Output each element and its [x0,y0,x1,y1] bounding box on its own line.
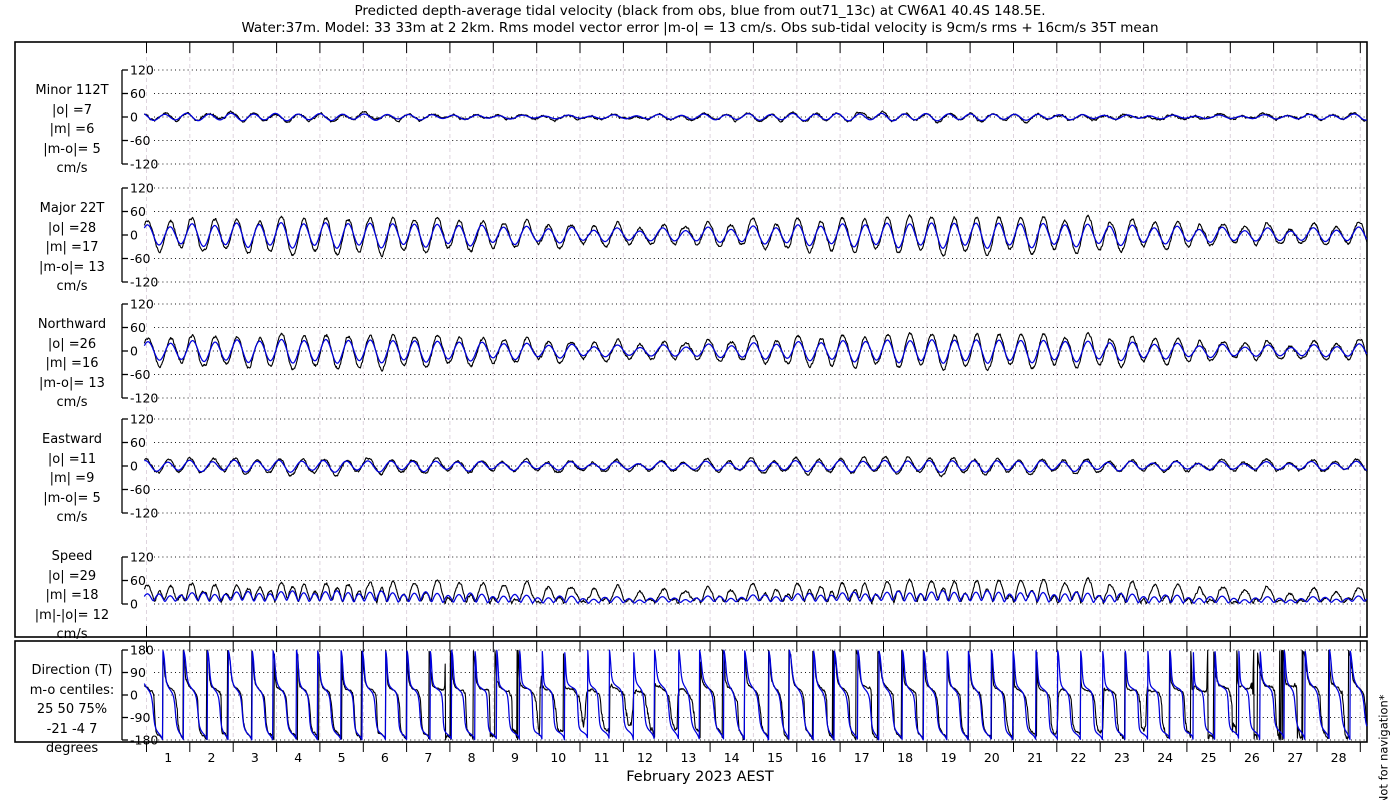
y-tick-label: -60 [130,133,150,148]
panel-stat-line: -21 -4 7 [46,721,98,737]
panel-title: Eastward [41,432,103,447]
x-tick-label: 12 [637,750,653,765]
panel-stat-line: |m| =17 [45,240,99,255]
panel-stat-line: |m|-|o|= 12 [34,607,110,623]
x-tick-label: 13 [680,750,696,765]
x-tick-label: 18 [897,750,913,765]
y-tick-label: -60 [130,482,150,497]
tidal-velocity-figure: Predicted depth-average tidal velocity (… [0,0,1400,800]
y-axis-major: 120600-60-120 [121,181,1366,290]
panel-stat-line: cm/s [56,627,88,642]
panel-label-east: Eastward |o| =11 |m| =9 |m-o|= 5 cm/s [13,430,131,528]
x-tick-label: 2 [208,750,216,765]
panel-title: Speed [51,549,93,564]
y-axis-speed: 120 60 0 [121,550,1366,612]
y-tick-label: 60 [130,573,146,588]
y-tick-label: 120 [130,63,154,78]
panel-stat-line: cm/s [56,395,88,410]
x-tick-label: 23 [1114,750,1130,765]
x-tick-label: 3 [251,750,259,765]
panel-stat-line: |o| =11 [47,451,97,467]
y-tick-label: 0 [130,597,138,612]
x-tick-label: 11 [594,750,610,765]
waveform-obs-speed [143,576,1368,605]
panel-stat-line: |m| =16 [45,356,99,371]
x-tick-label: 16 [810,750,826,765]
x-tick-label: 24 [1157,750,1173,765]
x-tick-label: 8 [468,750,476,765]
panel-title: Direction (T) [31,663,113,678]
panel-stat-line: |m| =18 [45,588,99,603]
panel-stat-line: m-o centiles: [29,682,115,698]
y-tick-label: -60 [130,251,150,266]
panel-stat-line: |o| =7 [51,102,92,118]
y-axis-north: 120600-60-120 [121,297,1366,406]
x-tick-label: 6 [381,750,389,765]
panel-stat-line: |o| =28 [47,220,97,236]
panel-label-minor: Minor 112T |o| =7 |m| =6 |m-o|= 5 cm/s [13,81,131,179]
panel-stat-line: cm/s [56,161,88,176]
x-axis-label: February 2023 AEST [626,769,774,785]
panel-stat-line: cm/s [56,510,88,525]
y-tick-label: 90 [130,665,146,680]
x-tick-label: 19 [941,750,957,765]
panel-title: Minor 112T [35,83,109,98]
panel-stat-line: |m| =6 [49,122,95,137]
panel-title: Northward [37,317,107,332]
plot-area: 120600-60-120120600-60-120120600-60-1201… [14,41,1368,765]
panel-stat-line: degrees [45,741,99,756]
y-tick-label: 60 [130,435,146,450]
x-tick-label: 26 [1244,750,1260,765]
panel-stat-line: |o| =26 [47,336,97,352]
x-tick-label: 10 [550,750,566,765]
x-tick-label: 15 [767,750,783,765]
y-tick-label: 60 [130,204,146,219]
y-tick-label: 180 [130,643,154,658]
panel-stat-line: |m-o|= 13 [39,375,105,391]
x-tick-label: 21 [1027,750,1043,765]
panel-label-dir: Direction (T) m-o centiles: 25 50 75% -21 -… [13,661,131,759]
y-tick-label: 120 [130,550,154,565]
x-tick-label: 22 [1071,750,1087,765]
y-tick-label: 0 [130,110,138,125]
panel-stat-line: |o| =29 [47,568,97,584]
panel-stat-line: |m| =9 [49,471,95,486]
x-tick-label: 25 [1201,750,1217,765]
y-tick-label: 0 [130,344,138,359]
x-tick-label: 27 [1287,750,1303,765]
x-tick-label: 4 [294,750,302,765]
y-tick-label: 120 [130,297,154,312]
y-tick-label: 0 [130,228,138,243]
x-tick-label: 1 [164,750,172,765]
panel-title: Major 22T [39,201,105,216]
x-tick-label: 28 [1331,750,1347,765]
panel-stat-line: |m-o|= 5 [43,141,101,157]
x-tick-labels: 1 2 3 4 5 6 7 8 9 10 11 12 13 14 15 16 17 18 19 20 21 22 23 24 2… [164,750,1346,765]
panel-label-speed: Speed |o| =29 |m| =18 |m|-|o|= 12 cm/s [13,547,131,645]
x-tick-label: 9 [511,750,519,765]
y-tick-label: -90 [130,710,150,725]
x-tick-label: 20 [984,750,1000,765]
direction-panel-frame [14,640,1368,743]
panel-label-major: Major 22T |o| =28 |m| =17 |m-o|= 13 cm/s [13,199,131,297]
x-tick-label: 17 [854,750,870,765]
x-tick-label: 14 [724,750,740,765]
panel-label-north: Northward |o| =26 |m| =16 |m-o|= 13 cm/s [13,315,131,413]
panel-stat-line: cm/s [56,279,88,294]
y-tick-label: 60 [130,86,146,101]
panel-stat-line: |m-o|= 5 [43,490,101,506]
panel-stat-line: |m-o|= 13 [39,259,105,275]
y-tick-label: 60 [130,320,146,335]
y-tick-label: -60 [130,367,150,382]
y-tick-label: 120 [130,412,154,427]
x-tick-label: 7 [424,750,432,765]
panel-stat-line: 25 50 75% [36,702,108,717]
y-tick-label: 120 [130,181,154,196]
y-tick-label: 0 [130,688,138,703]
y-tick-label: 0 [130,459,138,474]
x-tick-label: 5 [338,750,346,765]
imos-watermark: © IMOS 24-Dec-2022 17:56:19. *Not for na… [1377,196,1392,800]
